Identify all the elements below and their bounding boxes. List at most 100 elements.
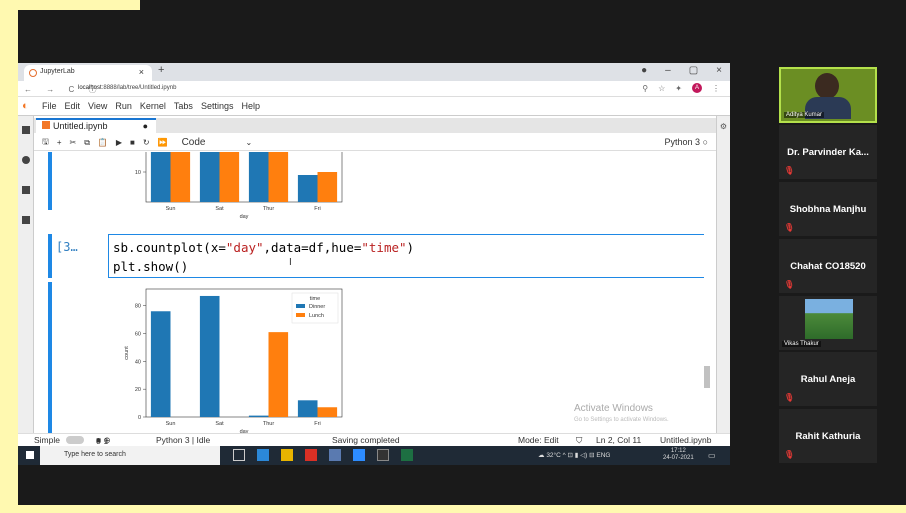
participant-tile[interactable]: Vikas Thakur [779, 296, 877, 350]
system-tray[interactable]: ☁ 32°C ^ ⊡ ▮ ◁) ⊟ ENG [538, 451, 610, 459]
url-field[interactable]: localhost:8888/lab/tree/Untitled.ipynb [78, 85, 176, 91]
paste-icon[interactable]: 📋 [98, 138, 108, 147]
property-inspector-icon[interactable]: ⚙ [720, 122, 727, 131]
output-chart-1: 10 Sun Sat Thur Fri day [135, 152, 343, 220]
address-bar: ← → C ⓘ localhost:8888/lab/tree/Untitled… [18, 81, 730, 97]
participant-tile[interactable]: Rahit Kathuria 🎙 [779, 409, 877, 463]
menu-help[interactable]: Help [241, 101, 260, 111]
cursor-position[interactable]: Ln 2, Col 11 [596, 435, 641, 445]
extension-icon[interactable] [21, 216, 30, 224]
kernel-status[interactable]: Python 3 | Idle [156, 435, 210, 445]
bar [219, 152, 240, 202]
unsaved-dot-icon[interactable]: ● [143, 121, 148, 131]
jupyter-statusbar: Simple 0 ■ 1 ⊕ Python 3 | Idle Saving co… [18, 433, 730, 446]
zoom-icon[interactable]: ⚲ [642, 84, 648, 93]
cell-type-select[interactable]: Code [182, 137, 206, 148]
notebook-scrollbar[interactable] [704, 366, 710, 388]
bar [297, 175, 318, 202]
record-icon[interactable]: ● [641, 65, 647, 76]
participant-face [815, 73, 839, 99]
bar [317, 407, 338, 417]
notebook-toolbar: 🖫 + ✂ ⧉ 📋 ▶ ■ ↻ ⏩ Code ⌄ Python 3 ○ [34, 135, 716, 151]
explorer-icon[interactable] [281, 449, 293, 461]
edge-icon[interactable] [257, 449, 269, 461]
extensions-icon[interactable]: ✦ [675, 84, 682, 93]
zoom-app-icon[interactable] [353, 449, 365, 461]
browser-tab[interactable]: JupyterLab × [24, 65, 152, 81]
menu-kernel[interactable]: Kernel [140, 101, 166, 111]
chrome-icon[interactable] [305, 449, 317, 461]
stop-icon[interactable]: ■ [130, 138, 135, 147]
toc-icon[interactable] [21, 186, 30, 194]
bar [317, 172, 338, 202]
more-menu-icon[interactable]: ⋮ [712, 84, 720, 93]
frame-left-border [0, 0, 18, 513]
windows-start-icon[interactable] [26, 451, 34, 459]
y-tick-label: 20 [135, 387, 141, 393]
bar [268, 152, 289, 202]
x-tick-label: Sun [166, 206, 176, 212]
run-all-icon[interactable]: ⏩ [158, 138, 168, 147]
chevron-down-icon[interactable]: ⌄ [245, 138, 252, 147]
output-collapser[interactable] [48, 282, 52, 433]
participant-tile[interactable]: Rahul Aneja 🎙 [779, 352, 877, 406]
participant-tile-video[interactable]: Aditya Kumar [779, 67, 877, 123]
legend-swatch [296, 313, 305, 317]
close-window-icon[interactable]: × [716, 65, 722, 76]
participant-tile[interactable]: Shobhna Manjhu 🎙 [779, 182, 877, 236]
minimize-icon[interactable]: – [665, 65, 671, 76]
x-tick-label: Fri [314, 206, 320, 212]
excel-icon[interactable] [401, 449, 413, 461]
participant-name: Aditya Kumar [784, 112, 825, 118]
menu-file[interactable]: File [42, 101, 57, 111]
cut-icon[interactable]: ✂ [70, 138, 77, 147]
kernel-count[interactable]: 0 ■ 1 ⊕ [96, 435, 111, 446]
code-line-1: sb.countplot(x="day",data=df,hue="time") [113, 240, 414, 255]
participant-tile[interactable]: Chahat CO18520 🎙 [779, 239, 877, 293]
notification-icon[interactable]: ▭ [708, 451, 716, 460]
y-axis-label: count [124, 346, 130, 360]
run-icon[interactable]: ▶ [116, 138, 122, 147]
legend-label: Lunch [309, 313, 324, 319]
new-tab-icon[interactable]: + [158, 64, 164, 76]
restart-icon[interactable]: ↻ [143, 138, 150, 147]
star-icon[interactable]: ☆ [658, 84, 665, 93]
kernel-name: Python 3 [664, 137, 701, 147]
close-tab-icon[interactable]: × [139, 67, 144, 77]
insert-cell-icon[interactable]: + [57, 138, 62, 147]
kernel-indicator[interactable]: Python 3 ○ [665, 137, 708, 147]
participant-name: Rahit Kathuria [795, 431, 861, 442]
edit-mode: Mode: Edit [518, 435, 559, 445]
menu-settings[interactable]: Settings [201, 101, 234, 111]
taskview-icon[interactable] [233, 449, 245, 461]
menu-view[interactable]: View [88, 101, 107, 111]
bar [150, 311, 171, 417]
bar [150, 152, 171, 202]
profile-avatar[interactable]: A [692, 83, 702, 93]
code-token: sb.countplot(x= [113, 240, 226, 255]
url-host: localhost [78, 85, 102, 91]
app-icon[interactable] [329, 449, 341, 461]
code-cell-editor[interactable]: sb.countplot(x="day",data=df,hue="time")… [108, 234, 704, 278]
running-icon[interactable] [21, 156, 30, 164]
copy-icon[interactable]: ⧉ [84, 138, 90, 148]
shield-icon: ⛉ [576, 435, 583, 445]
menu-run[interactable]: Run [115, 101, 132, 111]
shared-screen: JupyterLab × + ● – ▢ × ← → C ⓘ localhost… [18, 63, 730, 465]
notebook-tab[interactable]: Untitled.ipynb ● [36, 118, 156, 133]
save-icon[interactable]: 🖫 [42, 136, 49, 150]
active-cell-collapser[interactable] [48, 234, 52, 278]
clock-time: 17:12 [670, 448, 686, 454]
frame-top-border [0, 0, 140, 10]
activate-windows-title: Activate Windows [574, 403, 653, 414]
menu-edit[interactable]: Edit [65, 101, 81, 111]
maximize-icon[interactable]: ▢ [689, 65, 698, 76]
taskbar-search[interactable]: Type here to search [40, 446, 220, 465]
participant-tile[interactable]: Dr. Parvinder Ka... 🎙 [779, 125, 877, 179]
bar [170, 152, 191, 202]
prev-output-collapser[interactable] [48, 152, 52, 210]
taskbar-clock[interactable]: 17:12 24-07-2021 [663, 448, 694, 462]
terminal-icon[interactable] [377, 449, 389, 461]
menu-tabs[interactable]: Tabs [174, 101, 193, 111]
folder-icon[interactable] [21, 126, 30, 134]
